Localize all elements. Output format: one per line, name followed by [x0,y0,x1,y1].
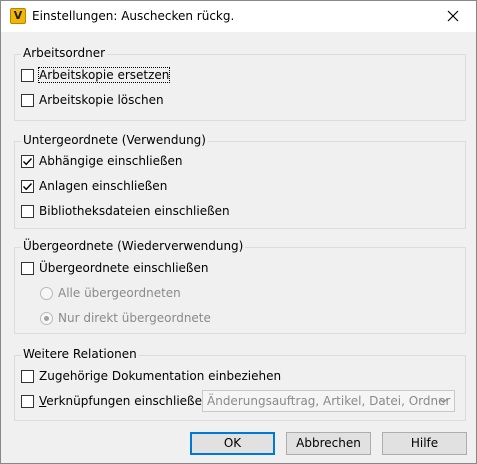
checkbox-anlagen-einschliessen[interactable]: Anlagen einschließen [21,178,167,194]
radio-nur-direkt-uebergeordnete[interactable]: Nur direkt übergeordnete [40,310,211,326]
title-bar: V Einstellungen: Auschecken rückg. [1,1,476,32]
checkbox-box[interactable] [21,93,34,107]
checkbox-box[interactable] [21,154,34,168]
help-button[interactable]: Hilfe [382,432,467,455]
window-title: Einstellungen: Auschecken rückg. [32,9,235,23]
group-weitere-legend: Weitere Relationen [21,347,139,361]
chevron-down-icon [439,398,448,404]
close-icon [447,10,459,22]
radio-alle-uebergeordneten[interactable]: Alle übergeordneten [40,285,181,301]
checkbox-label: Übergeordnete einschließen [39,261,209,275]
radio-button[interactable] [40,286,53,300]
dropdown-value: Änderungsauftrag, Artikel, Datei, Ordner [207,394,451,408]
checkbox-box[interactable] [21,394,34,408]
checkmark-icon [22,157,33,165]
checkbox-uebergeordnete-einschliessen[interactable]: Übergeordnete einschließen [21,260,208,276]
checkbox-box[interactable] [21,68,34,82]
cancel-button[interactable]: Abbrechen [286,432,371,455]
checkbox-box[interactable] [21,369,34,383]
radio-button[interactable] [40,311,53,325]
checkbox-label: Arbeitskopie löschen [39,93,164,107]
relation-type-dropdown[interactable]: Änderungsauftrag, Artikel, Datei, Ordner [202,390,455,412]
ok-button[interactable]: OK [190,432,275,455]
settings-dialog: V Einstellungen: Auschecken rückg. Arbei… [0,0,477,464]
group-untergeordnete-legend: Untergeordnete (Verwendung) [21,133,208,147]
checkbox-bibliotheksdateien-einschliessen[interactable]: Bibliotheksdateien einschließen [21,203,230,219]
group-uebergeordnete-legend: Übergeordnete (Wiederverwendung) [21,239,246,253]
checkbox-label: Verknüpfungen einschließen [39,394,210,408]
checkbox-label-rest: erknüpfungen einschließen [46,394,210,408]
group-arbeitsordner: Arbeitsordner [14,46,466,121]
radio-label: Nur direkt übergeordnete [58,311,211,325]
checkbox-zugehoerige-dokumentation[interactable]: Zugehörige Dokumentation einbeziehen [21,368,281,384]
close-button[interactable] [430,1,476,32]
checkbox-label: Abhängige einschließen [39,154,183,168]
group-arbeitsordner-legend: Arbeitsordner [21,46,108,60]
checkbox-label: Arbeitskopie ersetzen [37,67,171,83]
checkbox-arbeitskopie-ersetzen[interactable]: Arbeitskopie ersetzen [21,67,171,83]
radio-selected-dot [44,315,49,321]
checkbox-box[interactable] [21,179,34,193]
app-logo-icon: V [10,8,26,24]
checkbox-label: Zugehörige Dokumentation einbeziehen [39,369,282,383]
radio-label: Alle übergeordneten [58,286,181,300]
checkbox-box[interactable] [21,204,34,218]
checkmark-icon [22,182,33,190]
checkbox-verknuepfungen-einschliessen[interactable]: Verknüpfungen einschließen [21,393,210,409]
checkbox-abhaengige-einschliessen[interactable]: Abhängige einschließen [21,153,183,169]
checkbox-label: Anlagen einschließen [39,179,168,193]
checkbox-arbeitskopie-loeschen[interactable]: Arbeitskopie löschen [21,92,164,108]
checkbox-label: Bibliotheksdateien einschließen [39,204,230,218]
checkbox-box[interactable] [21,261,34,275]
